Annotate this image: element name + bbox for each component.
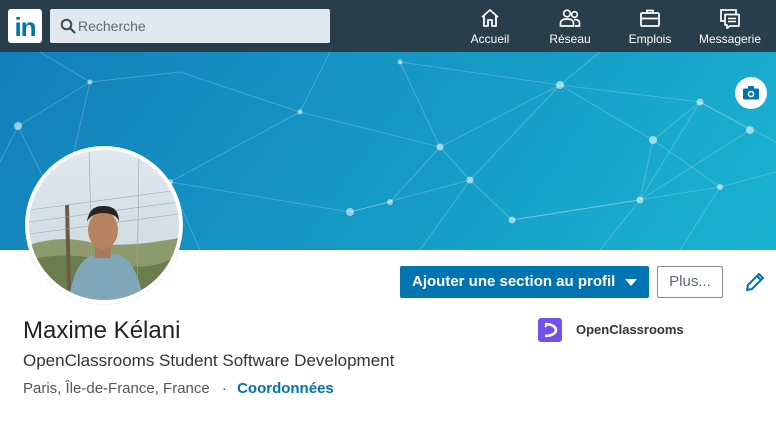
edit-cover-photo-button[interactable] [735, 77, 767, 109]
messaging-icon [720, 9, 740, 29]
top-navigation-bar: in Accueil Réseau Emplois [0, 0, 776, 52]
profile-photo[interactable] [25, 146, 183, 304]
profile-headline: OpenClassrooms Student Software Developm… [23, 351, 395, 370]
briefcase-icon [640, 9, 660, 27]
home-icon [481, 9, 499, 27]
search-box[interactable] [50, 9, 330, 43]
search-icon [60, 18, 76, 34]
nav-network-label: Réseau [549, 32, 591, 46]
camera-icon [743, 86, 759, 100]
search-input[interactable] [78, 9, 323, 43]
more-button[interactable]: Plus... [657, 266, 723, 298]
linkedin-logo-text: in [14, 12, 36, 42]
nav-jobs-label: Emplois [628, 32, 672, 46]
linkedin-logo[interactable]: in [8, 9, 42, 43]
nav-home[interactable]: Accueil [455, 0, 525, 52]
openclassrooms-logo-icon [538, 318, 562, 342]
location-separator: · [221, 380, 227, 397]
profile-photo-image [29, 150, 179, 300]
nav-network[interactable]: Réseau [535, 0, 605, 52]
nav-home-label: Accueil [470, 32, 510, 46]
add-profile-section-label: Ajouter une section au profil [412, 273, 616, 290]
company-name: OpenClassrooms [576, 322, 684, 337]
nav-jobs[interactable]: Emplois [615, 0, 685, 52]
edit-profile-button[interactable] [743, 270, 767, 294]
nav-messaging[interactable]: Messagerie [695, 0, 765, 52]
profile-name: Maxime Kélani [23, 317, 181, 344]
profile-location-row: Paris, Île-de-France, France · Coordonné… [23, 379, 334, 399]
nav-messaging-label: Messagerie [698, 32, 762, 46]
profile-location: Paris, Île-de-France, France [23, 380, 210, 397]
chevron-down-icon [625, 279, 637, 286]
contact-info-link[interactable]: Coordonnées [237, 380, 334, 397]
pencil-icon [746, 273, 764, 291]
add-profile-section-button[interactable]: Ajouter une section au profil [400, 266, 649, 298]
network-icon [559, 9, 581, 27]
